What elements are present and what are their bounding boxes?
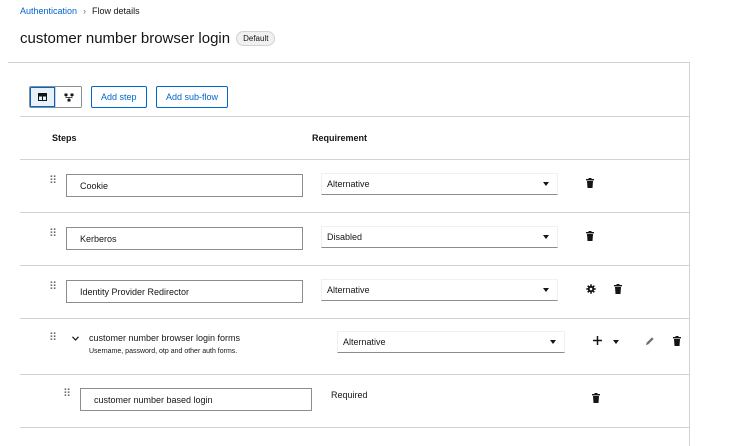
drag-handle-icon[interactable]: ⠿ [63,389,71,400]
table-row: ⠿ Identity Provider Redirector Alternati… [20,266,690,318]
table-row: ⠿ Cookie Alternative [20,160,690,212]
step-name-field[interactable]: Kerberos [66,227,303,250]
requirement-value: Alternative [327,285,370,295]
plus-icon[interactable] [593,336,602,345]
requirement-value: Disabled [327,232,363,242]
requirement-value: Required [331,390,368,400]
add-subflow-button[interactable]: Add sub-flow [156,86,229,108]
step-name-field[interactable]: customer number based login [80,388,312,411]
page-title: customer number browser login [20,30,231,47]
table-row: ⠿ customer number browser login forms Us… [20,319,690,374]
drag-handle-icon[interactable]: ⠿ [49,333,57,344]
breadcrumb-authentication-link[interactable]: Authentication [20,6,77,16]
trash-icon[interactable] [673,336,681,346]
drag-handle-icon[interactable]: ⠿ [49,229,57,240]
subflow-name: customer number browser login forms [89,333,241,343]
add-step-button[interactable]: Add step [91,86,147,108]
chevron-down-icon [550,340,556,344]
breadcrumb: Authentication › Flow details [20,6,140,16]
trash-icon[interactable] [586,231,594,241]
drag-handle-icon[interactable]: ⠿ [49,176,57,187]
requirement-value: Alternative [343,337,386,347]
page-header: customer number browser login Default [20,30,276,47]
requirement-value: Alternative [327,179,370,189]
breadcrumb-current: Flow details [92,6,140,16]
caret-down-icon[interactable] [613,340,619,344]
pencil-icon[interactable] [645,336,655,346]
step-name-field[interactable]: Cookie [66,174,303,197]
toolbar-divider [20,116,690,117]
default-badge: Default [236,31,276,46]
diagram-icon [64,93,74,102]
header-divider [8,62,690,63]
requirement-select[interactable]: Alternative [337,331,565,353]
view-toggle-group [29,86,82,108]
requirement-select[interactable]: Alternative [321,173,558,195]
table-row: ⠿ Kerberos Disabled [20,213,690,265]
steps-column-header: Steps [52,133,77,143]
trash-icon[interactable] [592,393,600,403]
drag-handle-icon[interactable]: ⠿ [49,282,57,293]
requirement-column-header: Requirement [312,133,368,143]
breadcrumb-separator: › [83,6,87,16]
chevron-down-icon [543,182,549,186]
row-divider [20,427,690,428]
chevron-down-icon [543,288,549,292]
step-name-field[interactable]: Identity Provider Redirector [66,280,303,303]
requirement-select[interactable]: Disabled [321,226,558,248]
expand-toggle-icon[interactable] [72,336,79,341]
trash-icon[interactable] [614,284,622,294]
requirement-select[interactable]: Alternative [321,279,558,301]
table-view-toggle[interactable] [30,87,55,107]
diagram-view-toggle[interactable] [55,87,81,107]
table-row: ⠿ customer number based login Required [20,375,690,427]
trash-icon[interactable] [586,178,594,188]
gear-icon[interactable] [586,284,596,294]
table-icon [38,93,47,101]
chevron-down-icon [543,235,549,239]
subflow-description: Username, password, otp and other auth f… [89,348,238,355]
